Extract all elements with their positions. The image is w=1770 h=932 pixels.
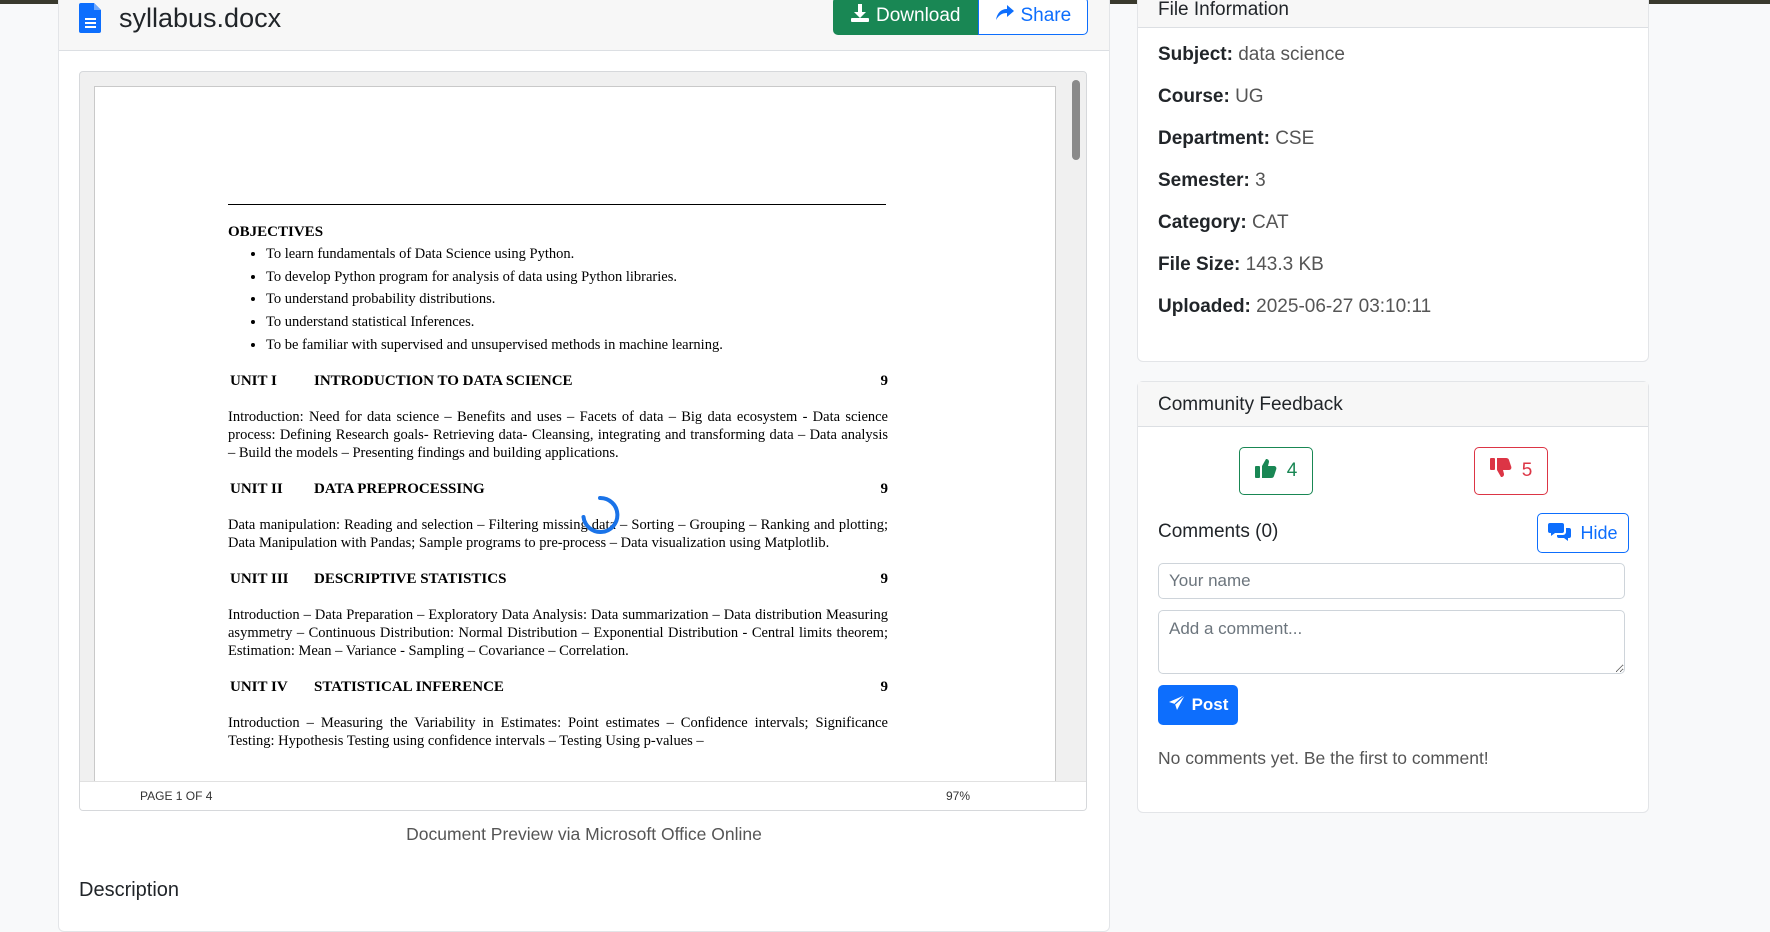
dislike-count: 5	[1521, 460, 1533, 481]
unit-body: Data manipulation: Reading and selection…	[228, 516, 888, 551]
unit-body: Introduction: Need for data science – Be…	[228, 408, 888, 461]
dislike-button[interactable]: 5	[1474, 447, 1548, 495]
objectives-list: To learn fundamentals of Data Science us…	[228, 245, 888, 354]
share-icon	[995, 4, 1015, 28]
description-heading: Description	[79, 879, 180, 901]
file-info-header: File Information	[1138, 0, 1648, 28]
unit-hours: 9	[880, 570, 889, 587]
name-input[interactable]	[1158, 563, 1625, 599]
preview-note: Document Preview via Microsoft Office On…	[406, 824, 762, 844]
file-info-card: File Information Subject: data science C…	[1137, 0, 1649, 362]
info-value: UG	[1235, 86, 1264, 107]
info-label: Department:	[1158, 128, 1270, 149]
page-content: OBJECTIVES To learn fundamentals of Data…	[228, 223, 888, 750]
unit-title: STATISTICAL INFERENCE	[314, 678, 504, 695]
unit-title: DESCRIPTIVE STATISTICS	[314, 570, 507, 587]
zoom-level[interactable]: 97%	[946, 789, 970, 803]
unit-hours: 9	[880, 678, 889, 695]
page-rule	[228, 204, 886, 205]
viewer-status-bar: PAGE 1 OF 4 97%	[80, 781, 1086, 810]
unit-body: Introduction – Measuring the Variability…	[228, 714, 888, 749]
info-semester: Semester: 3	[1158, 167, 1431, 209]
file-title: syllabus.docx	[119, 3, 282, 33]
page-indicator: PAGE 1 OF 4	[140, 789, 213, 803]
unit-heading: UNIT I INTRODUCTION TO DATA SCIENCE 9	[228, 372, 888, 390]
file-info-title: File Information	[1158, 0, 1289, 20]
file-actions: Download Share	[833, 0, 1089, 35]
comments-count-label: Comments (0)	[1158, 521, 1279, 542]
info-value: CAT	[1251, 212, 1289, 233]
share-button[interactable]: Share	[977, 0, 1089, 35]
document-header: syllabus.docx Download Share	[59, 0, 1109, 51]
scrollbar-thumb[interactable]	[1072, 80, 1080, 160]
feedback-title: Community Feedback	[1158, 394, 1343, 415]
info-category: Category: CAT	[1158, 209, 1431, 251]
info-label: Uploaded:	[1158, 296, 1251, 317]
unit-number: UNIT IV	[230, 678, 288, 695]
like-button[interactable]: 4	[1239, 447, 1313, 495]
thumbs-down-icon	[1489, 458, 1512, 484]
info-value: 143.3 KB	[1245, 254, 1324, 275]
download-icon	[850, 3, 870, 29]
empty-comments-message: No comments yet. Be the first to comment…	[1158, 748, 1489, 768]
info-uploaded: Uploaded: 2025-06-27 03:10:11	[1158, 293, 1431, 335]
info-subject: Subject: data science	[1158, 41, 1431, 83]
document-page: OBJECTIVES To learn fundamentals of Data…	[94, 86, 1056, 808]
unit-number: UNIT I	[230, 372, 277, 389]
share-label: Share	[1020, 5, 1072, 26]
info-label: Semester:	[1158, 170, 1250, 191]
loading-spinner-icon	[580, 495, 620, 540]
comment-textarea[interactable]	[1158, 610, 1625, 674]
info-file-size: File Size: 143.3 KB	[1158, 251, 1431, 293]
hide-comments-button[interactable]: Hide	[1537, 513, 1629, 553]
unit-heading: UNIT II DATA PREPROCESSING 9	[228, 480, 888, 498]
download-button[interactable]: Download	[833, 0, 978, 35]
post-label: Post	[1191, 695, 1229, 714]
info-course: Course: UG	[1158, 83, 1431, 125]
document-card: syllabus.docx Download Share OBJECTIVES …	[58, 0, 1110, 932]
unit-number: UNIT III	[230, 570, 289, 587]
hide-label: Hide	[1580, 522, 1618, 543]
info-value: CSE	[1275, 128, 1315, 149]
community-feedback-card: Community Feedback 4 5 Comments (0) Hide	[1137, 381, 1649, 813]
objectives-heading: OBJECTIVES	[228, 224, 324, 240]
feedback-header: Community Feedback	[1138, 382, 1648, 427]
unit-hours: 9	[880, 372, 889, 389]
like-count: 4	[1286, 460, 1298, 481]
info-value: 3	[1255, 170, 1266, 191]
objective-item: To learn fundamentals of Data Science us…	[266, 245, 888, 263]
unit-number: UNIT II	[230, 480, 283, 497]
thumbs-up-icon	[1254, 458, 1277, 484]
post-comment-button[interactable]: Post	[1158, 685, 1238, 725]
file-word-icon	[79, 1, 103, 38]
objective-item: To develop Python program for analysis o…	[266, 268, 888, 286]
unit-title: INTRODUCTION TO DATA SCIENCE	[314, 372, 573, 389]
info-value: 2025-06-27 03:10:11	[1256, 296, 1432, 317]
unit-heading: UNIT IV STATISTICAL INFERENCE 9	[228, 678, 888, 696]
file-info-list: Subject: data science Course: UG Departm…	[1158, 41, 1431, 335]
info-label: Subject:	[1158, 44, 1233, 65]
objective-item: To understand probability distributions.	[266, 290, 888, 308]
info-department: Department: CSE	[1158, 125, 1431, 167]
objective-item: To understand statistical Inferences.	[266, 313, 888, 331]
info-label: Course:	[1158, 86, 1230, 107]
comments-icon	[1548, 521, 1572, 546]
viewer-scrollbar[interactable]	[1066, 72, 1086, 772]
document-viewer[interactable]: OBJECTIVES To learn fundamentals of Data…	[79, 71, 1087, 811]
objective-item: To be familiar with supervised and unsup…	[266, 336, 888, 354]
download-label: Download	[876, 5, 961, 26]
info-value: data science	[1238, 44, 1345, 65]
info-label: Category:	[1158, 212, 1247, 233]
unit-heading: UNIT III DESCRIPTIVE STATISTICS 9	[228, 570, 888, 588]
unit-body: Introduction – Data Preparation – Explor…	[228, 606, 888, 659]
unit-hours: 9	[880, 480, 889, 497]
info-label: File Size:	[1158, 254, 1241, 275]
paper-plane-icon	[1168, 694, 1186, 717]
